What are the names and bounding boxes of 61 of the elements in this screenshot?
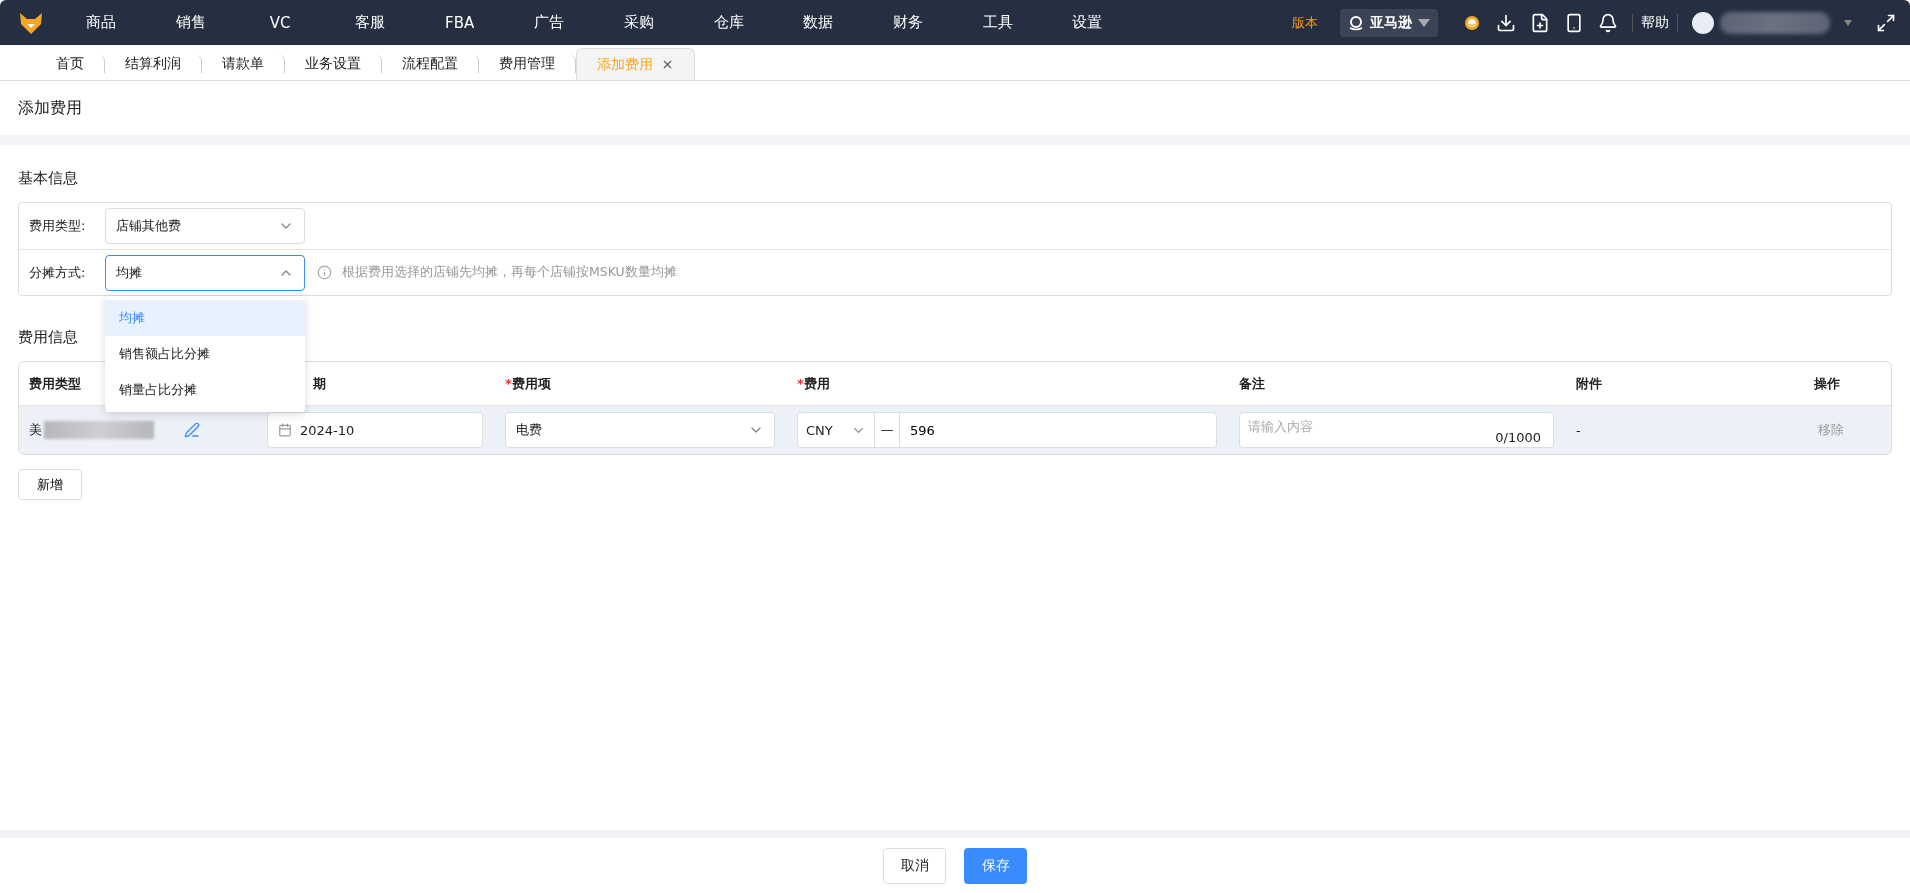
page-title: 添加费用 [18, 97, 82, 119]
bell-icon[interactable] [1598, 12, 1618, 33]
column-header: 期 [313, 374, 326, 393]
table-cell: 美 [29, 421, 42, 439]
menu-option[interactable]: 销售额占比分摊 [105, 335, 305, 372]
page-tab[interactable]: 首页 [36, 55, 105, 73]
nav-item[interactable]: 数据 [773, 13, 864, 32]
separator-text: — [875, 413, 900, 447]
version-link[interactable]: 版本 [1292, 13, 1318, 32]
page-tab[interactable]: 请款单 [202, 55, 285, 73]
nav-item[interactable]: VC [235, 13, 326, 32]
field-label: 费用类型: [29, 217, 87, 235]
page-tab[interactable]: 流程配置 [382, 55, 479, 73]
date-field[interactable]: 2024-10 [267, 412, 483, 448]
character-count: 0/1000 [1495, 430, 1541, 445]
column-header: *费用 [797, 374, 830, 393]
close-icon[interactable] [661, 58, 674, 71]
nav-item[interactable]: 采购 [594, 13, 684, 32]
nav-item[interactable]: 设置 [1042, 13, 1133, 32]
select-field[interactable]: 电费 [505, 412, 775, 448]
column-header: 附件 [1576, 374, 1602, 393]
edit-icon[interactable] [184, 422, 200, 438]
note-field[interactable]: 请输入内容 0/1000 [1239, 412, 1554, 448]
download-icon[interactable] [1496, 12, 1516, 33]
amount-field[interactable]: CNY — 596 [797, 412, 1217, 448]
platform-selector[interactable]: 亚马逊 [1340, 8, 1438, 37]
amazon-icon [1348, 14, 1364, 31]
menu-option[interactable]: 销量占比分摊 [105, 371, 305, 408]
caret-icon [1418, 18, 1430, 27]
currency-select[interactable]: CNY [798, 413, 875, 447]
nav-item[interactable]: 销售 [145, 13, 236, 32]
field-label: 分摊方式: [29, 263, 87, 282]
info-icon [317, 265, 332, 280]
caret-icon[interactable] [1844, 19, 1852, 26]
nav-item[interactable]: 商品 [56, 13, 146, 32]
table-cell: - [1576, 422, 1581, 438]
nav-item[interactable]: 仓库 [683, 13, 774, 32]
page-tab[interactable]: 结算利润 [105, 55, 202, 73]
section-title: 费用信息 [18, 328, 79, 347]
column-header: 费用类型 [29, 374, 81, 393]
select-field[interactable]: 店铺其他费 [105, 208, 305, 244]
nav-item[interactable]: 广告 [504, 13, 595, 32]
column-header: *费用项 [505, 374, 551, 393]
phone-icon[interactable] [1564, 12, 1584, 33]
nav-item[interactable]: 工具 [952, 13, 1043, 32]
page-tab[interactable]: 业务设置 [285, 55, 382, 73]
column-header: 操作 [1814, 374, 1840, 393]
file-add-icon[interactable] [1530, 12, 1550, 33]
fullscreen-icon[interactable] [1876, 12, 1896, 33]
amount-input[interactable]: 596 [900, 413, 1216, 447]
nav-item[interactable]: FBA [414, 13, 505, 32]
column-header: 备注 [1239, 374, 1265, 393]
section-title: 基本信息 [18, 169, 79, 188]
hint-text: 根据费用选择的店铺先均摊，再每个店铺按MSKU数量均摊 [342, 264, 677, 281]
calendar-icon [278, 423, 292, 437]
avatar-icon[interactable] [1692, 11, 1714, 34]
nav-item[interactable]: 财务 [863, 13, 953, 32]
nav-item[interactable]: 客服 [325, 13, 415, 32]
cancel-button[interactable]: 取消 [883, 847, 946, 884]
help-link[interactable]: 帮助 [1632, 13, 1678, 32]
add-button[interactable]: 新增 [18, 469, 82, 500]
